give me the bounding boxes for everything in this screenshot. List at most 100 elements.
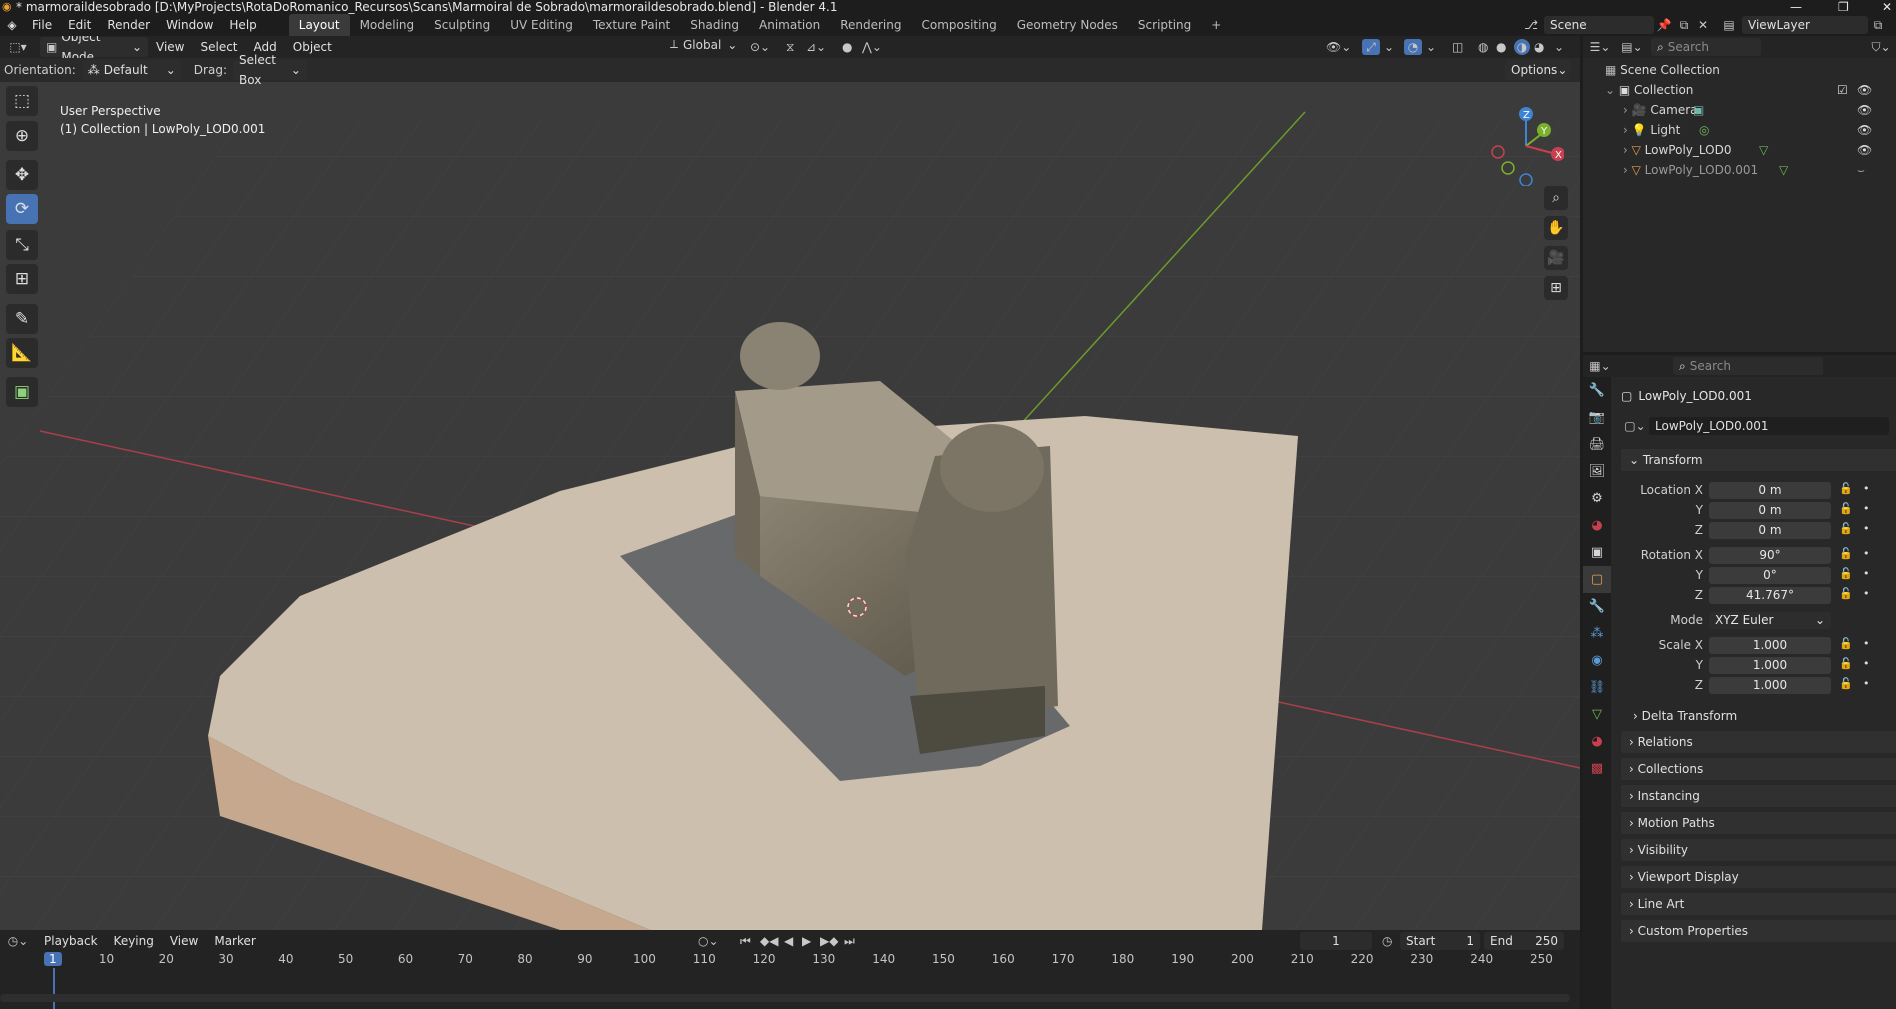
rotate-tool[interactable]: ⟳ (6, 194, 38, 224)
tool-tab-icon[interactable]: 🔧 (1583, 377, 1611, 404)
options-dropdown[interactable]: Options ⌄ (1505, 60, 1570, 80)
filter-icon[interactable]: ⛉⌄ (1866, 40, 1896, 55)
lod0-001-hidden-icon[interactable]: ⌣ (1857, 160, 1865, 180)
tab-uv-editing[interactable]: UV Editing (500, 14, 583, 36)
custom-properties-panel-header[interactable]: › Custom Properties (1621, 920, 1896, 942)
tab-geometry-nodes[interactable]: Geometry Nodes (1007, 14, 1128, 36)
snap-icon[interactable]: ⧖ (786, 40, 794, 55)
menu-window[interactable]: Window (158, 14, 221, 36)
motion-paths-panel-header[interactable]: › Motion Paths (1621, 812, 1896, 834)
new-view-layer-icon[interactable]: ⧉ (1868, 18, 1888, 33)
scene-name-field[interactable]: Scene (1544, 16, 1654, 34)
overlay-toggle-icon[interactable]: ◔ (1404, 39, 1422, 55)
relations-panel-header[interactable]: › Relations (1621, 731, 1896, 753)
tab-compositing[interactable]: Compositing (911, 14, 1006, 36)
rendered-shading-icon[interactable]: ◕ (1534, 40, 1544, 54)
location-x-field[interactable]: 0 m (1709, 482, 1831, 499)
lock-icon[interactable]: 🔓 (1839, 637, 1853, 650)
gizmo-dropdown-icon[interactable]: ⌄ (1384, 40, 1394, 54)
rotation-y-field[interactable]: 0° (1709, 567, 1831, 584)
lock-icon[interactable]: 🔓 (1839, 547, 1853, 560)
rotation-x-field[interactable]: 90° (1709, 547, 1831, 564)
camera-visibility-icon[interactable]: 👁 (1857, 100, 1872, 120)
world-tab-icon[interactable]: ◕ (1583, 512, 1611, 539)
snap-target-icon[interactable]: ⊿⌄ (806, 40, 826, 54)
keyframe-dot-icon[interactable]: • (1863, 482, 1870, 495)
scale-z-field[interactable]: 1.000 (1709, 677, 1831, 694)
falloff-icon[interactable]: ⋀⌄ (862, 40, 882, 54)
gizmo-toggle-icon[interactable]: ⤢ (1362, 39, 1380, 55)
ortho-grid-icon[interactable]: ⊞ (1544, 276, 1568, 300)
drag-dropdown[interactable]: Select Box ⌄ (232, 53, 307, 87)
view-layer-tab-icon[interactable]: 🖼 (1583, 458, 1611, 485)
tab-scripting[interactable]: Scripting (1128, 14, 1201, 36)
tab-texture-paint[interactable]: Texture Paint (583, 14, 680, 36)
move-tool[interactable]: ✥ (6, 160, 38, 190)
view-layer-icon[interactable]: ▤ (1716, 18, 1742, 32)
camera-data-icon[interactable]: ▣ (1693, 100, 1704, 120)
viewport-menu-select[interactable]: Select (192, 36, 245, 58)
measure-tool[interactable]: 📐 (6, 338, 38, 368)
viewport-menu-object[interactable]: Object (285, 36, 340, 58)
object-browse-icon[interactable]: ▢⌄ (1621, 419, 1649, 433)
navigation-gizmo[interactable]: Z Y X (1488, 106, 1564, 186)
view-layer-field[interactable]: ViewLayer (1742, 16, 1868, 34)
scale-x-field[interactable]: 1.000 (1709, 637, 1831, 654)
proportional-edit-icon[interactable]: ● (842, 40, 852, 54)
visibility-panel-header[interactable]: › Visibility (1621, 839, 1896, 861)
particles-tab-icon[interactable]: ⁂ (1583, 620, 1611, 647)
visibility-eye-icon[interactable]: 👁 (1857, 80, 1872, 100)
lod0-visibility-icon[interactable]: 👁 (1857, 140, 1872, 160)
properties-editor-type-icon[interactable]: ▦⌄ (1583, 359, 1617, 373)
light-data-icon[interactable]: ◎ (1699, 120, 1709, 140)
scale-tool[interactable]: ⤡ (6, 230, 38, 260)
texture-tab-icon[interactable]: ▩ (1583, 755, 1611, 782)
tab-modeling[interactable]: Modeling (350, 14, 425, 36)
delta-transform-subpanel[interactable]: › Delta Transform (1633, 705, 1893, 727)
editor-type-icon[interactable]: ⬚▾ (0, 36, 36, 58)
minimize-icon[interactable]: — (1790, 0, 1802, 14)
rotation-mode-dropdown[interactable]: XYZ Euler ⌄ (1709, 612, 1831, 629)
transform-panel-header[interactable]: ⌄ Transform (1621, 449, 1896, 471)
keyframe-dot-icon[interactable]: • (1863, 522, 1870, 535)
lock-icon[interactable]: 🔓 (1839, 657, 1853, 670)
keyframe-dot-icon[interactable]: • (1863, 502, 1870, 515)
outliner-editor-type-icon[interactable]: ☰⌄ (1583, 40, 1617, 54)
lock-icon[interactable]: 🔓 (1839, 502, 1853, 515)
tab-animation[interactable]: Animation (749, 14, 830, 36)
scale-y-field[interactable]: 1.000 (1709, 657, 1831, 674)
orientation-dropdown[interactable]: ⁂ Default ⌄ (81, 60, 182, 80)
solid-shading-icon[interactable]: ● (1496, 40, 1506, 54)
constraints-tab-icon[interactable]: ⛓ (1583, 674, 1611, 701)
playhead-line[interactable] (53, 968, 55, 1009)
mesh-data-icon[interactable]: ▽ (1759, 140, 1768, 160)
line-art-panel-header[interactable]: › Line Art (1621, 893, 1896, 915)
blender-menu-icon[interactable]: ◈ (0, 14, 24, 36)
lock-icon[interactable]: 🔓 (1839, 482, 1853, 495)
exclude-checkbox[interactable]: ☑ (1837, 80, 1848, 100)
add-cube-tool[interactable]: ▣ (6, 377, 38, 407)
output-tab-icon[interactable]: 🖨 (1583, 431, 1611, 458)
shading-dropdown-icon[interactable]: ⌄ (1554, 40, 1564, 54)
lock-icon[interactable]: 🔓 (1839, 567, 1853, 580)
instancing-panel-header[interactable]: › Instancing (1621, 785, 1896, 807)
lock-icon[interactable]: 🔓 (1839, 587, 1853, 600)
lock-icon[interactable]: 🔓 (1839, 522, 1853, 535)
tab-shading[interactable]: Shading (680, 14, 749, 36)
transform-orientation-dropdown[interactable]: ⟂ Global ⌄ (665, 37, 737, 52)
tab-rendering[interactable]: Rendering (830, 14, 911, 36)
modifier-tab-icon[interactable]: 🔧 (1583, 593, 1611, 620)
material-tab-icon[interactable]: ◕ (1583, 728, 1611, 755)
overlay-dropdown-icon[interactable]: ⌄ (1426, 40, 1436, 54)
camera-view-icon[interactable]: 🎥 (1544, 246, 1568, 270)
add-workspace-icon[interactable]: + (1201, 14, 1231, 36)
timeline-scrollbar[interactable] (0, 994, 1570, 1002)
pan-hand-icon[interactable]: ✋ (1544, 216, 1568, 240)
outliner-item-lowpoly-lod0[interactable]: › ▽ LowPoly_LOD0 ▽ 👁 (1623, 140, 1896, 160)
keyframe-dot-icon[interactable]: • (1863, 657, 1870, 670)
menu-edit[interactable]: Edit (60, 14, 99, 36)
cursor-tool[interactable]: ⊕ (6, 121, 38, 151)
keyframe-dot-icon[interactable]: • (1863, 637, 1870, 650)
delete-scene-icon[interactable]: ✕ (1694, 18, 1712, 32)
menu-render[interactable]: Render (99, 14, 158, 36)
